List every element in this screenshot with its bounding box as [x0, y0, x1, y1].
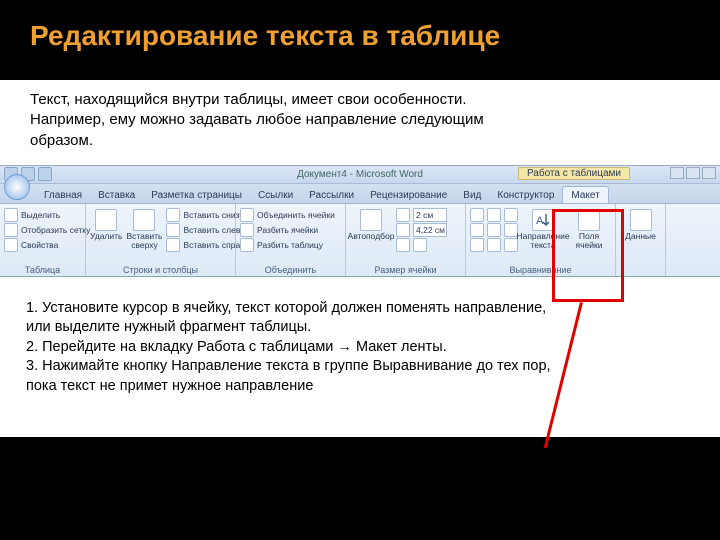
window-buttons [670, 167, 716, 179]
intro-line-2: Например, ему можно задавать любое напра… [30, 110, 690, 130]
step-3b: пока текст не примет нужное направление [26, 377, 694, 397]
split-table-button[interactable]: Разбить таблицу [240, 238, 335, 252]
intro-block: Текст, находящийся внутри таблицы, имеет… [0, 80, 720, 165]
steps-block: 1. Установите курсор в ячейку, текст кот… [0, 277, 720, 437]
group-table: Выделить Отобразить сетку Свойства Табли… [0, 204, 86, 276]
group-merge: Объединить ячейки Разбить ячейки Разбить… [236, 204, 346, 276]
properties-icon [4, 238, 18, 252]
intro-line-3: образом. [30, 131, 690, 151]
step-1b: или выделите нужный фрагмент таблицы. [26, 318, 694, 338]
tab-insert[interactable]: Вставка [90, 187, 143, 203]
autofit-button[interactable]: Автоподбор [350, 207, 392, 241]
delete-icon [95, 209, 117, 231]
group-data-label [620, 274, 661, 275]
text-direction-button[interactable]: A Направление текста [522, 207, 564, 250]
text-direction-icon: A [532, 209, 554, 231]
cell-margins-icon [578, 209, 600, 231]
group-merge-label: Объединить [240, 264, 341, 275]
intro-line-1: Текст, находящийся внутри таблицы, имеет… [30, 90, 690, 110]
autofit-icon [360, 209, 382, 231]
tab-home[interactable]: Главная [36, 187, 90, 203]
col-width-input[interactable]: 4,22 см [396, 223, 447, 237]
distribute-rows-icon [396, 238, 410, 252]
tab-view[interactable]: Вид [455, 187, 489, 203]
width-icon [396, 223, 410, 237]
cell-margins-button[interactable]: Поля ячейки [568, 207, 610, 250]
window-titlebar: Документ4 - Microsoft Word Работа с табл… [0, 166, 720, 184]
distribute-row[interactable] [396, 238, 447, 252]
height-icon [396, 208, 410, 222]
data-icon [630, 209, 652, 231]
show-grid-button[interactable]: Отобразить сетку [4, 223, 90, 237]
distribute-cols-icon [413, 238, 427, 252]
group-cell-size: Автоподбор 2 см 4,22 см Размер ячейки [346, 204, 466, 276]
ribbon-screenshot: Документ4 - Microsoft Word Работа с табл… [0, 165, 720, 277]
group-table-label: Таблица [4, 264, 81, 275]
align-tr-icon[interactable] [504, 208, 518, 222]
tab-references[interactable]: Ссылки [250, 187, 301, 203]
minimize-icon[interactable] [670, 167, 684, 179]
align-mc-icon[interactable] [487, 223, 501, 237]
split-table-icon [240, 238, 254, 252]
select-button[interactable]: Выделить [4, 208, 90, 222]
insert-left-icon [166, 223, 180, 237]
ribbon-groups: Выделить Отобразить сетку Свойства Табли… [0, 204, 720, 276]
group-alignment-label: Выравнивание [470, 264, 611, 275]
insert-above-button[interactable]: Вставить сверху [126, 207, 162, 250]
tab-page-layout[interactable]: Разметка страницы [143, 187, 250, 203]
step-3a: 3. Нажимайте кнопку Направление текста в… [26, 357, 694, 377]
tab-mailings[interactable]: Рассылки [301, 187, 362, 203]
data-button[interactable]: Данные [620, 207, 661, 241]
align-ml-icon[interactable] [470, 223, 484, 237]
insert-below-icon [166, 208, 180, 222]
split-cells-button[interactable]: Разбить ячейки [240, 223, 335, 237]
word-ribbon: Документ4 - Microsoft Word Работа с табл… [0, 165, 720, 277]
grid-icon [4, 223, 18, 237]
group-cell-size-label: Размер ячейки [350, 264, 461, 275]
office-button-icon[interactable] [4, 174, 30, 200]
delete-button[interactable]: Удалить [90, 207, 122, 241]
maximize-icon[interactable] [686, 167, 700, 179]
contextual-tab-title: Работа с таблицами [518, 167, 630, 180]
align-tc-icon[interactable] [487, 208, 501, 222]
group-rows-cols: Удалить Вставить сверху Вставить снизу В… [86, 204, 236, 276]
group-rows-cols-label: Строки и столбцы [90, 264, 231, 275]
group-alignment: A Направление текста Поля ячейки Выравни… [466, 204, 616, 276]
slide-title: Редактирование текста в таблице [30, 20, 690, 52]
group-data: Данные [616, 204, 666, 276]
cursor-icon [4, 208, 18, 222]
align-bc-icon[interactable] [487, 238, 501, 252]
svg-text:A: A [536, 215, 544, 227]
align-bl-icon[interactable] [470, 238, 484, 252]
align-tl-icon[interactable] [470, 208, 484, 222]
step-2: 2. Перейдите на вкладку Работа с таблица… [26, 338, 694, 358]
close-icon[interactable] [702, 167, 716, 179]
tab-design[interactable]: Конструктор [489, 187, 562, 203]
tab-layout[interactable]: Макет [562, 186, 608, 203]
document-title: Документ4 - Microsoft Word [297, 169, 423, 180]
alignment-grid[interactable] [470, 207, 518, 252]
step-1a: 1. Установите курсор в ячейку, текст кот… [26, 299, 694, 319]
insert-right-icon [166, 238, 180, 252]
split-cells-icon [240, 223, 254, 237]
row-height-input[interactable]: 2 см [396, 208, 447, 222]
properties-button[interactable]: Свойства [4, 238, 90, 252]
title-bar: Редактирование текста в таблице [0, 0, 720, 62]
redo-icon[interactable] [38, 167, 52, 181]
merge-icon [240, 208, 254, 222]
insert-above-icon [133, 209, 155, 231]
tab-review[interactable]: Рецензирование [362, 187, 455, 203]
ribbon-tabs: Главная Вставка Разметка страницы Ссылки… [0, 184, 720, 204]
slide: Редактирование текста в таблице Текст, н… [0, 0, 720, 540]
merge-cells-button[interactable]: Объединить ячейки [240, 208, 335, 222]
